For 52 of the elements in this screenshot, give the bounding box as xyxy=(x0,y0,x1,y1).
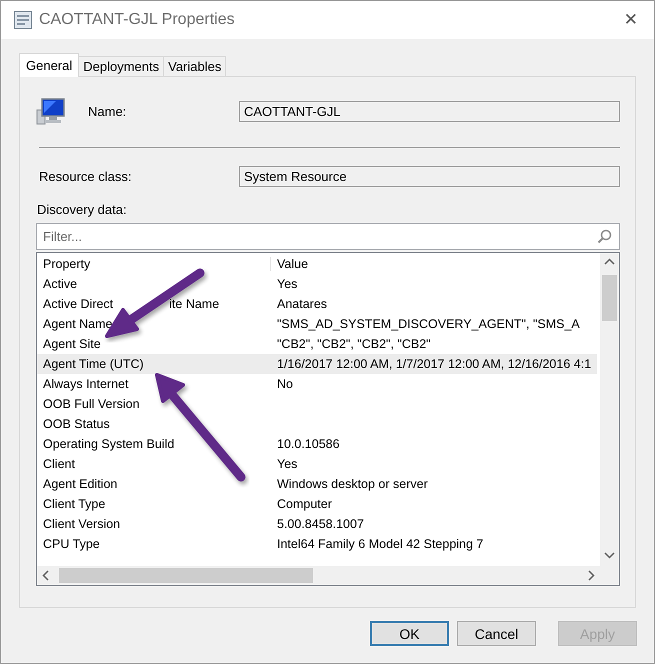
table-cell: No xyxy=(277,377,293,391)
table-cell: OOB Full Version xyxy=(43,397,140,411)
table-cell: Active xyxy=(43,277,78,291)
name-field[interactable]: CAOTTANT-GJL xyxy=(239,100,620,122)
table-cell: 1/16/2017 12:00 AM, 1/7/2017 12:00 AM, 12/16/2016 4:1 xyxy=(277,357,592,371)
table-cell: "CB2", "CB2", "CB2", "CB2" xyxy=(277,337,431,351)
dialog-button[interactable]: Cancel xyxy=(457,621,536,646)
resource-class-label: Resource class: xyxy=(39,168,132,184)
table-cell: Computer xyxy=(277,497,332,511)
table-cell: Active Direct xyxy=(43,297,114,311)
tab[interactable]: General xyxy=(19,53,80,77)
table-cell: "SMS_AD_SYSTEM_DISCOVERY_AGENT", "SMS_A xyxy=(277,317,580,331)
scrollbar-thumb[interactable] xyxy=(59,568,313,583)
resource-class-field[interactable]: System Resource xyxy=(239,166,620,186)
discovery-data-label: Discovery data: xyxy=(37,202,128,217)
table-cell: Agent Name xyxy=(43,317,112,331)
column-header[interactable]: Property xyxy=(37,256,271,270)
properties-icon xyxy=(13,10,33,30)
table-cell: Intel64 Family 6 Model 42 Stepping 7 xyxy=(277,537,484,551)
table-cell: Operating System Build xyxy=(43,437,174,451)
table-cell: Client Type xyxy=(43,497,106,511)
table-cell: Client Version xyxy=(43,517,120,531)
table-cell: 5.00.8458.1007 xyxy=(277,517,364,531)
table-cell: Anatares xyxy=(277,297,328,311)
table-cell: Yes xyxy=(277,457,298,471)
scroll-left-icon[interactable] xyxy=(42,570,49,581)
table-cell: Agent Edition xyxy=(43,477,118,491)
table-cell: 10.0.10586 xyxy=(277,437,340,451)
search-icon[interactable] xyxy=(597,229,612,244)
tab[interactable]: Deployments xyxy=(78,56,164,76)
scroll-down-icon[interactable] xyxy=(604,552,615,559)
scrollbar-thumb[interactable] xyxy=(602,275,617,321)
table-cell: Agent Site xyxy=(43,337,101,351)
table-cell: ite Name xyxy=(169,297,220,311)
table-cell: Agent Time (UTC) xyxy=(43,357,144,371)
table-cell: Always Internet xyxy=(43,377,128,391)
filter-field[interactable]: Filter... xyxy=(36,223,620,250)
scroll-up-icon[interactable] xyxy=(604,258,615,265)
computer-icon xyxy=(36,97,66,125)
table-cell: Windows desktop or server xyxy=(277,477,428,491)
window-title: CAOTTANT-GJL Properties xyxy=(39,11,236,29)
tab[interactable]: Variables xyxy=(163,56,226,76)
table-cell: OOB Status xyxy=(43,417,110,431)
selected-row[interactable]: Agent Time (UTC) 1/16/2017 12:00 AM, 1/7/2017 12:00 AM, 12/16/2016 4:1 xyxy=(37,354,597,374)
scroll-right-icon[interactable] xyxy=(588,570,595,581)
column-header[interactable]: Value xyxy=(271,256,600,270)
table-cell: Yes xyxy=(277,277,298,291)
table-cell: Client xyxy=(43,457,75,471)
name-label: Name: xyxy=(88,104,128,118)
dialog-button[interactable]: OK xyxy=(370,621,449,646)
close-button[interactable]: ✕ xyxy=(620,10,642,30)
table-cell: CPU Type xyxy=(43,537,100,551)
